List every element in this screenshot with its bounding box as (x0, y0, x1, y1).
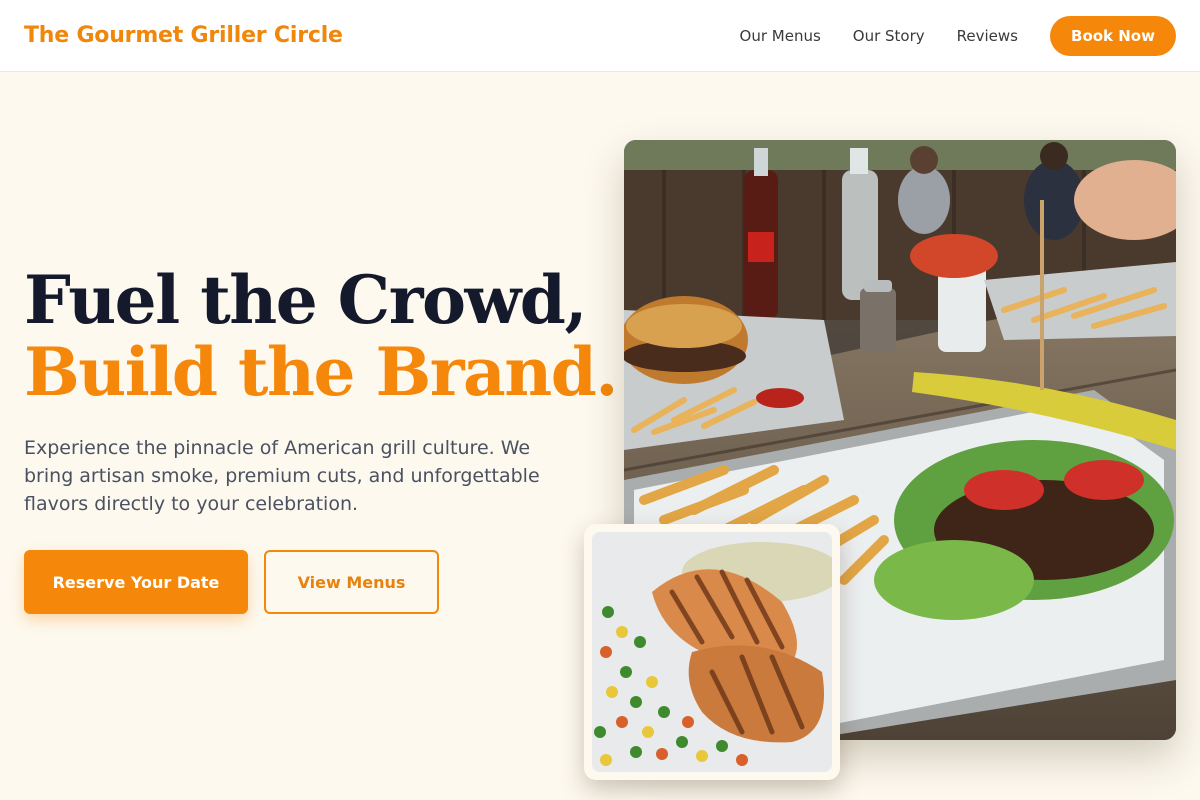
book-now-button[interactable]: Book Now (1050, 15, 1176, 56)
hero-inset-photo (592, 532, 832, 772)
nav-link-our-story[interactable]: Our Story (853, 27, 925, 45)
hero-title: Fuel the Crowd, Build the Brand. (24, 261, 618, 411)
nav-link-our-menus[interactable]: Our Menus (740, 27, 821, 45)
hero-title-line-2: Build the Brand. (24, 333, 618, 411)
grilled-chicken-photo (592, 532, 832, 772)
hero-subtitle: Experience the pinnacle of American gril… (24, 437, 540, 515)
view-menus-button[interactable]: View Menus (264, 550, 439, 614)
brand-logo-text[interactable]: The Gourmet Griller Circle (24, 23, 343, 48)
site-header: The Gourmet Griller Circle Our Menus Our… (0, 0, 1200, 72)
nav-link-reviews[interactable]: Reviews (957, 27, 1018, 45)
hero-title-line-1: Fuel the Crowd, (24, 261, 587, 339)
main-nav: Our Menus Our Story Reviews Book Now (708, 15, 1176, 56)
hero-inset-photo-frame (584, 524, 840, 780)
reserve-your-date-button[interactable]: Reserve Your Date (24, 550, 248, 614)
